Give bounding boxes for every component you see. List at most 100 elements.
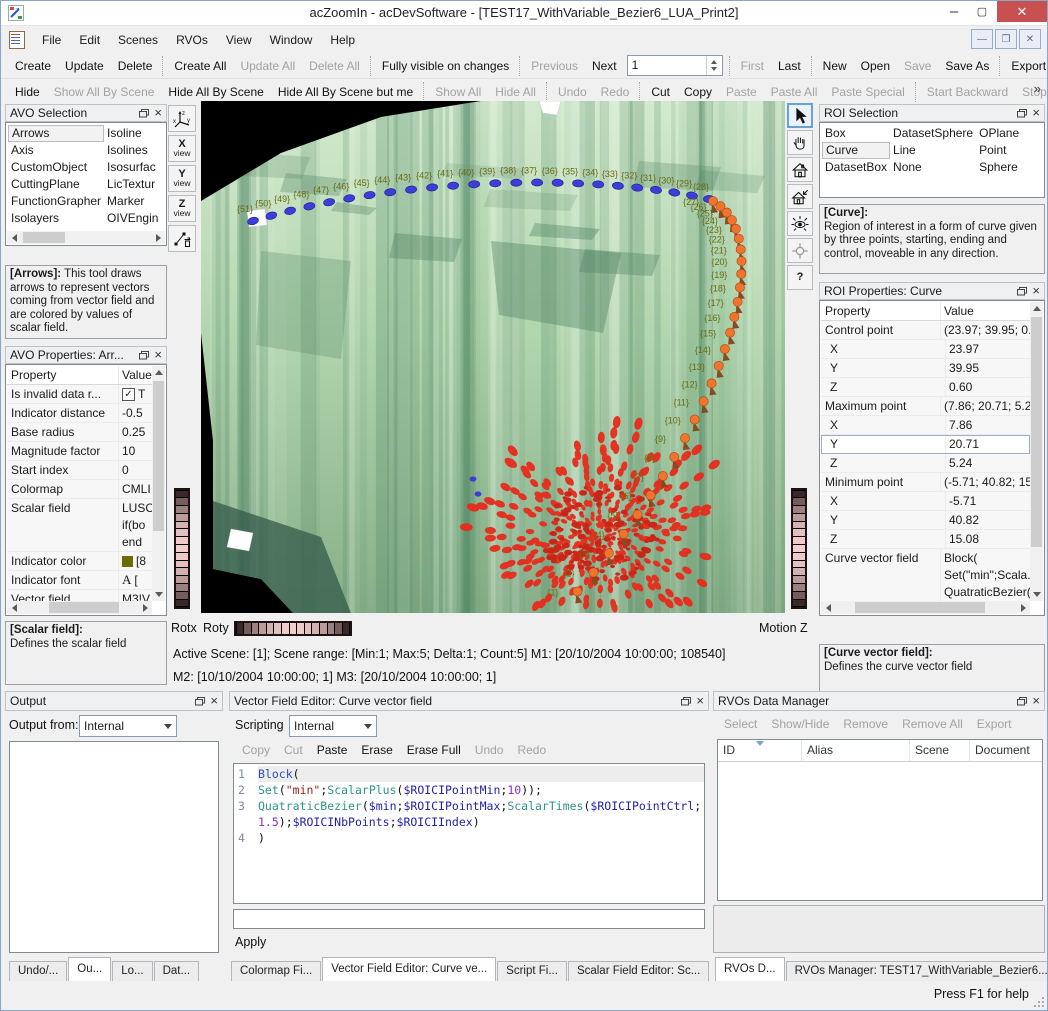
roi-selection-list[interactable]: BoxCurveDatasetBoxDatasetSphereLineNoneO… <box>819 122 1045 198</box>
mdi-close-button[interactable]: ✕ <box>1019 29 1041 49</box>
property-row-maximum-point[interactable]: Maximum point(7.86; 20.71; 5.24) <box>821 397 1030 416</box>
apply-button[interactable]: Apply <box>235 935 266 949</box>
menu-help[interactable]: Help <box>321 29 364 51</box>
menu-window[interactable]: Window <box>261 29 322 51</box>
mdi-minimize-button[interactable]: — <box>971 29 993 49</box>
scroll-left-arrow[interactable] <box>7 231 21 244</box>
cut-button[interactable]: Cut <box>644 83 677 101</box>
z-view-button[interactable]: Zview <box>168 195 196 222</box>
roi-selection-panel-title[interactable]: ROI Selection × <box>819 104 1045 122</box>
list-item-datasetsphere[interactable]: DatasetSphere <box>890 125 976 142</box>
help-button[interactable]: ? <box>787 265 813 290</box>
x-view-button[interactable]: Xview <box>168 135 196 162</box>
property-row-x[interactable]: X-5.71 <box>821 492 1030 511</box>
update-button[interactable]: Update <box>58 57 111 75</box>
code-line[interactable]: 1.5);$ROICINbPoints;$ROICIIndex) <box>234 814 704 830</box>
mdi-restore-button[interactable]: ❐ <box>995 29 1017 49</box>
scroll-down-arrow[interactable] <box>152 588 165 601</box>
property-row-y[interactable]: Y20.71 <box>821 435 1030 454</box>
code-editor[interactable]: 1Block(2Set("min";ScalarPlus($ROICIPoint… <box>233 763 705 904</box>
code-line[interactable]: 1Block( <box>234 766 704 782</box>
property-row-indicator-color[interactable]: Indicator color[8 <box>7 552 152 571</box>
resize-grip[interactable] <box>1034 997 1044 1007</box>
close-panel-icon[interactable]: × <box>154 350 162 360</box>
column-header-document[interactable]: Document <box>970 740 1042 761</box>
list-item-customobject[interactable]: CustomObject <box>8 159 104 176</box>
erase-button[interactable]: Erase <box>354 741 399 759</box>
tab-dat[interactable]: Dat... <box>154 961 199 981</box>
erase-full-button[interactable]: Erase Full <box>400 741 468 759</box>
rvos-table[interactable]: ID Alias Scene Document <box>717 739 1043 901</box>
document-icon[interactable] <box>9 31 25 49</box>
scroll-left-arrow[interactable] <box>821 601 835 614</box>
property-row-colormap[interactable]: ColormapCMLI <box>7 480 152 499</box>
scroll-right-arrow[interactable] <box>1016 601 1030 614</box>
property-row-scalar-field[interactable]: Scalar fieldLUSCif(boend <box>7 499 152 552</box>
rotx-label[interactable]: Rotx <box>171 621 197 635</box>
roty-label[interactable]: Roty <box>203 621 229 635</box>
code-line[interactable]: 3QuatraticBezier($min;$ROICIPointMax;Sca… <box>234 798 704 814</box>
set-home-icon[interactable] <box>787 184 813 209</box>
menu-scenes[interactable]: Scenes <box>109 29 167 51</box>
property-row-x[interactable]: X7.86 <box>821 416 1030 435</box>
scripting-dropdown[interactable]: Internal <box>289 715 377 737</box>
float-panel-icon[interactable] <box>1017 109 1027 118</box>
property-row-minimum-point[interactable]: Minimum point(-5.71; 40.82; 15.... <box>821 473 1030 492</box>
view-all-icon[interactable] <box>787 211 813 236</box>
close-panel-icon[interactable]: × <box>1032 696 1040 706</box>
copy-button[interactable]: Copy <box>677 83 719 101</box>
property-row-x[interactable]: X23.97 <box>821 340 1030 359</box>
rot-colormap-strip[interactable] <box>234 621 352 636</box>
list-item-cuttingplane[interactable]: CuttingPlane <box>8 176 104 193</box>
float-panel-icon[interactable] <box>681 697 691 706</box>
menu-rvos[interactable]: RVOs <box>167 29 217 51</box>
property-row-y[interactable]: Y39.95 <box>821 359 1030 378</box>
hide-button[interactable]: Hide <box>8 83 47 101</box>
float-panel-icon[interactable] <box>1017 287 1027 296</box>
page-spinbox[interactable]: 1 <box>627 55 723 76</box>
property-row-curve-vector-field[interactable]: Curve vector fieldBlock(Set("min";Scala.… <box>821 549 1030 601</box>
tab-scalar-field-editor-sc[interactable]: Scalar Field Editor: Sc... <box>568 961 709 981</box>
scroll-up-arrow[interactable] <box>1030 302 1043 315</box>
list-item-marker[interactable]: Marker <box>104 193 164 210</box>
avo-selection-list[interactable]: ArrowsAxisCustomObjectCuttingPlaneFuncti… <box>5 122 167 246</box>
property-row-z[interactable]: Z0.60 <box>821 378 1030 397</box>
horizontal-scrollbar[interactable] <box>7 231 165 244</box>
close-panel-icon[interactable]: × <box>154 108 162 118</box>
list-item-line[interactable]: Line <box>890 142 976 159</box>
property-row-is-invalid-data-r[interactable]: Is invalid data r...✓T <box>7 385 152 404</box>
list-item-box[interactable]: Box <box>822 125 890 142</box>
output-log-area[interactable] <box>9 741 219 953</box>
list-item-none[interactable]: None <box>890 159 976 176</box>
list-item-isolines[interactable]: Isolines <box>104 142 164 159</box>
tab-script-fi[interactable]: Script Fi... <box>497 961 567 981</box>
next-button[interactable]: Next <box>585 57 624 75</box>
property-row-indicator-distance[interactable]: Indicator distance-0.5 <box>7 404 152 423</box>
property-row-start-index[interactable]: Start index0 <box>7 461 152 480</box>
list-item-isoline[interactable]: Isoline <box>104 125 164 142</box>
avo-selection-panel-title[interactable]: AVO Selection × <box>5 104 167 122</box>
tab-lo[interactable]: Lo... <box>112 961 152 981</box>
paste-button[interactable]: Paste <box>310 741 355 759</box>
scroll-down-arrow[interactable] <box>1030 588 1043 601</box>
save-as-button[interactable]: Save As <box>938 57 996 75</box>
rvos-data-manager-panel-title[interactable]: RVOs Data Manager × <box>713 691 1045 711</box>
code-line[interactable]: 4) <box>234 830 704 846</box>
fully-visible-on-changes-button[interactable]: Fully visible on changes <box>375 57 516 75</box>
3d-scene-render[interactable]: {51}{50}{49}{48}{47}{46}{45}{44}{43}{42}… <box>201 101 785 613</box>
axes-icon[interactable]: zxy <box>168 105 196 132</box>
list-item-curve[interactable]: Curve <box>822 142 890 159</box>
property-row-vector-field[interactable]: Vector fieldM3!V <box>7 590 152 601</box>
menu-edit[interactable]: Edit <box>70 29 109 51</box>
close-panel-icon[interactable]: × <box>1032 108 1040 118</box>
float-panel-icon[interactable] <box>139 109 149 118</box>
export-button[interactable]: Export <box>1004 57 1048 75</box>
list-item-isolayers[interactable]: Isolayers <box>8 210 104 227</box>
vector-field-editor-panel-title[interactable]: Vector Field Editor: Curve vector field … <box>229 691 709 711</box>
property-row-z[interactable]: Z15.08 <box>821 530 1030 549</box>
tab-undo[interactable]: Undo/... <box>9 961 67 981</box>
script-input-field[interactable] <box>233 909 705 929</box>
create-all-button[interactable]: Create All <box>167 57 233 75</box>
float-panel-icon[interactable] <box>139 351 149 360</box>
vertical-scrollbar[interactable] <box>152 366 165 601</box>
